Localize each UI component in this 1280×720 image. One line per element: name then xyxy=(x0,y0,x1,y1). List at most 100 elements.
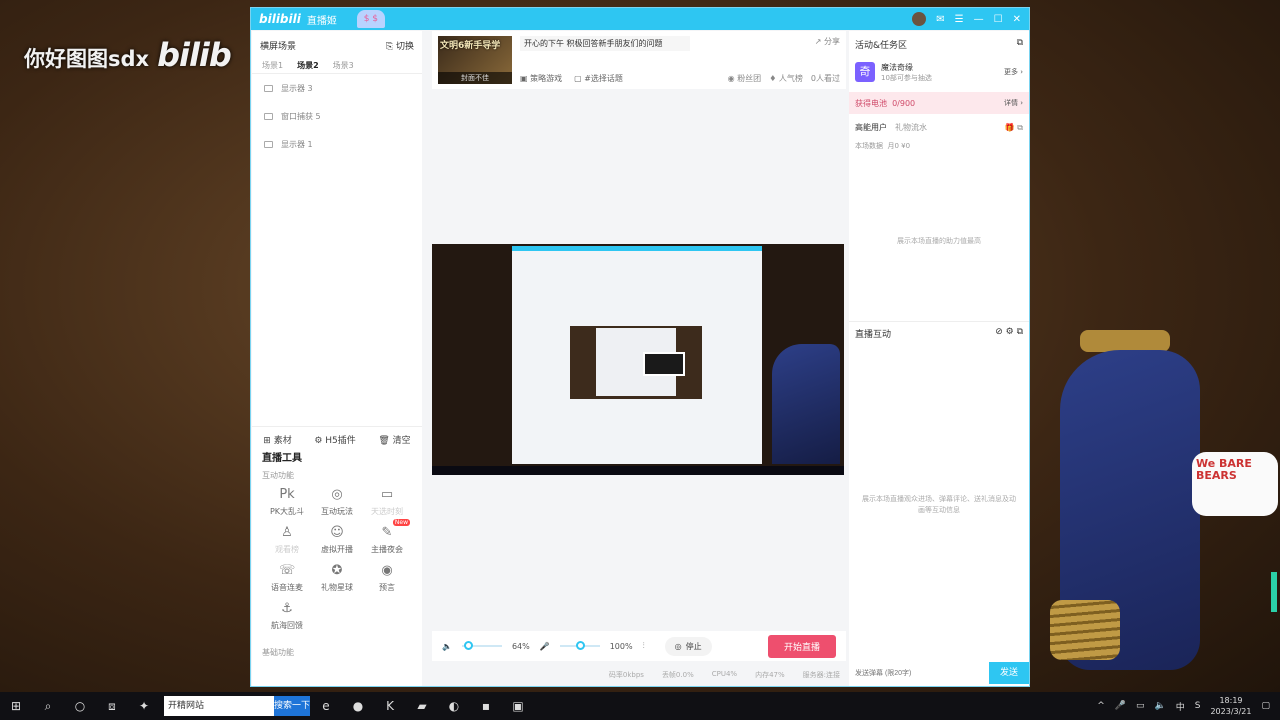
tool-pk[interactable]: Pk PK大乱斗 xyxy=(262,487,312,517)
mic-icon[interactable]: 🎤 xyxy=(540,642,550,651)
taskbar-search-input[interactable]: 开精网站 xyxy=(164,696,274,716)
speaker-icon[interactable]: 🔈 xyxy=(442,642,452,651)
tab-scene-1[interactable]: 场景1 xyxy=(262,60,283,71)
share-button[interactable]: ↗ 分享 xyxy=(815,36,840,47)
popout-icon[interactable]: ⧉ xyxy=(1017,38,1023,51)
scene-tabs: 场景1 场景2 场景3 xyxy=(252,58,422,74)
stop-button[interactable]: ◎ 停止 xyxy=(664,636,712,656)
scene-data: 本场数据 月0 ¥0 xyxy=(855,142,911,150)
topic-button[interactable]: ▢ #选择话题 xyxy=(574,73,623,84)
tool-interactive-play[interactable]: ◎ 互动玩法 xyxy=(312,487,362,517)
detail-link[interactable]: 详情 › xyxy=(1004,98,1023,108)
support-empty-state: 展示本场直播的助力值最高 xyxy=(897,237,981,245)
source-item[interactable]: 显示器 1 xyxy=(252,130,422,158)
stream-preview[interactable] xyxy=(432,244,844,475)
volume-slider[interactable] xyxy=(461,641,502,650)
clear-button[interactable]: 🗑 清空 xyxy=(378,433,410,446)
tab-gift-stream[interactable]: 礼物流水 xyxy=(895,122,927,133)
interactive-label: 互动功能 xyxy=(262,471,294,480)
steam-icon[interactable]: ◐ xyxy=(438,699,470,713)
mic-knob[interactable] xyxy=(575,641,585,650)
app-icon[interactable]: ✦ xyxy=(128,699,160,713)
red-app-icon[interactable]: ▪ xyxy=(470,699,502,713)
mascot-icon: $ $ xyxy=(356,10,385,28)
fans-button[interactable]: ◉ 粉丝团 xyxy=(728,73,762,84)
more-link[interactable]: 更多 › xyxy=(1004,67,1023,77)
volume-knob[interactable] xyxy=(464,641,474,650)
monitor-icon xyxy=(264,140,273,148)
tool-voyage-reward[interactable]: ⚓ 航海回馈 xyxy=(262,601,312,631)
antivirus-icon[interactable]: S xyxy=(1195,701,1201,711)
network-icon[interactable]: ▭ xyxy=(1136,701,1145,711)
room-title[interactable]: 开心的下午 积极回答新手朋友们的问题 xyxy=(520,36,690,51)
tool-lottery[interactable]: ▭ 天选时刻 xyxy=(362,487,412,517)
tool-voice-link[interactable]: ☏ 语音连麦 xyxy=(262,563,312,593)
source-item[interactable]: 显示器 3 xyxy=(252,74,422,102)
cortana-icon[interactable]: ○ xyxy=(64,699,96,713)
edge-handle[interactable] xyxy=(1271,572,1277,612)
tool-virtual-live[interactable]: ☺ 虚拟开播 xyxy=(312,525,362,555)
windows-taskbar: ⊞ ⌕ ○ ⧈ ✦ 开精网站 搜索一下 e ● K ▰ ◐ ▪ ▣ ^ 🎤 ▭ … xyxy=(0,692,1280,720)
app-logo: bilibili xyxy=(259,12,301,26)
prophecy-icon: ◉ xyxy=(381,563,393,578)
magic-icon: 奇 xyxy=(855,62,875,82)
tool-gift-planet[interactable]: ✪ 礼物星球 xyxy=(312,563,362,593)
tray-arrow-icon[interactable]: ^ xyxy=(1097,701,1105,711)
pk-icon: Pk xyxy=(279,487,295,502)
material-button[interactable]: ⊞ 素材 xyxy=(263,433,291,446)
k-app-icon[interactable]: K xyxy=(374,699,406,713)
send-button[interactable]: 发送 xyxy=(989,662,1029,684)
mic-slider[interactable] xyxy=(559,641,600,650)
switch-button[interactable]: ⎘ 切换 xyxy=(386,39,414,52)
edge-icon[interactable]: e xyxy=(310,699,342,713)
live-tools: 直播工具 互动功能 Pk PK大乱斗 ◎ 互动玩法 ▭ 天选时刻 ♙ 观看榜 ☺ 虚拟开播… xyxy=(252,449,422,658)
danmaku-input[interactable] xyxy=(849,662,989,684)
minimize-icon[interactable]: — xyxy=(974,14,984,25)
tool-night-party[interactable]: New ✎ 主播夜会 xyxy=(362,519,412,555)
menu-icon[interactable]: ☰ xyxy=(955,14,964,25)
interaction-tools-icon[interactable]: ⊘ ⚙ ⧉ xyxy=(995,327,1023,340)
planet-icon: ✪ xyxy=(331,563,343,578)
frame-drop-stat: 丢帧0.0% xyxy=(661,671,694,679)
bare-bears-badge: We BARE BEARS xyxy=(1192,452,1278,516)
volume-icon[interactable]: 🔈 xyxy=(1155,701,1166,711)
ime-indicator[interactable]: 中 xyxy=(1176,700,1185,713)
h5-plugin-button[interactable]: ⚙ H5插件 xyxy=(314,433,355,446)
tool-rank[interactable]: ♙ 观看榜 xyxy=(262,525,312,555)
pen-icon: ✎ xyxy=(381,525,393,540)
tab-scene-2[interactable]: 场景2 xyxy=(297,60,319,71)
tab-high-energy[interactable]: 高能用户 xyxy=(855,122,887,133)
mic-tray-icon[interactable]: 🎤 xyxy=(1115,701,1126,711)
title-bar[interactable]: bilibili 直播姬 $ $ ✉ ☰ — ☐ ✕ xyxy=(251,8,1029,30)
activity-item[interactable]: 奇 魔法奇缘 10部可参与抽选 更多 › xyxy=(849,58,1029,86)
clock[interactable]: 18:19 2023/3/21 xyxy=(1210,695,1251,717)
source-item[interactable]: 窗口捕获 5 xyxy=(252,102,422,130)
close-icon[interactable]: ✕ xyxy=(1013,14,1021,25)
window-icon xyxy=(264,112,273,120)
category-button[interactable]: ▣ 策略游戏 xyxy=(520,73,562,84)
scene-header: 横屏场景 xyxy=(260,42,297,52)
notification-icon[interactable]: ▢ xyxy=(1261,701,1270,711)
folder-icon[interactable]: ▰ xyxy=(406,699,438,713)
gift-icon[interactable]: 🎁 ⧉ xyxy=(1005,123,1023,133)
search-icon[interactable]: ⌕ xyxy=(32,699,64,714)
popularity-button[interactable]: ♦ 人气榜 xyxy=(769,73,803,84)
start-icon[interactable]: ⊞ xyxy=(0,699,32,713)
avatar[interactable] xyxy=(912,12,927,26)
room-cover[interactable]: 文明6新手导学 封面不佳 xyxy=(438,36,512,84)
anchor-icon: ⚓ xyxy=(281,601,293,616)
maximize-icon[interactable]: ☐ xyxy=(994,14,1003,25)
mixer-icon[interactable]: ⫶ xyxy=(643,641,645,651)
mic-link-icon: ☏ xyxy=(279,563,296,578)
taskbar-search-button[interactable]: 搜索一下 xyxy=(274,696,310,716)
tool-prophecy[interactable]: ◉ 预言 xyxy=(362,563,412,593)
live-app-icon[interactable]: ▣ xyxy=(502,699,534,713)
preview-character xyxy=(772,344,840,464)
scene-panel: 横屏场景 ⎘ 切换 场景1 场景2 场景3 显示器 3 窗口捕获 5 显示器 1… xyxy=(252,31,422,686)
green-app-icon[interactable]: ● xyxy=(342,699,374,713)
task-view-icon[interactable]: ⧈ xyxy=(96,699,128,714)
start-live-button[interactable]: 开始直播 xyxy=(767,634,836,658)
preview-area: 文明6新手导学 封面不佳 开心的下午 积极回答新手朋友们的问题 ▣ 策略游戏 ▢… xyxy=(432,31,846,686)
tab-scene-3[interactable]: 场景3 xyxy=(333,60,354,71)
mail-icon[interactable]: ✉ xyxy=(936,14,944,25)
